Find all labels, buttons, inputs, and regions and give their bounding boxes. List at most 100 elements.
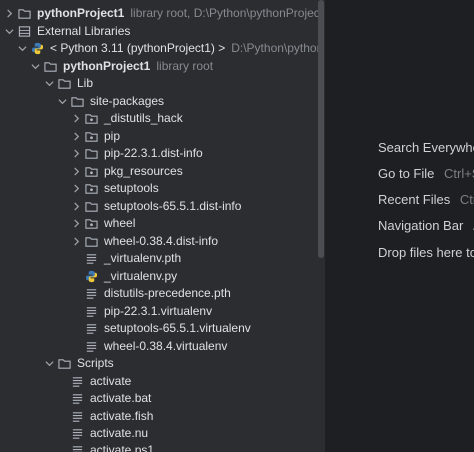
tree-item-label: wheel-0.38.4.virtualenv: [104, 338, 228, 353]
tree-item-label: activate.nu: [90, 426, 149, 440]
chevron-down-icon[interactable]: [44, 79, 54, 89]
tree-item-label: _virtualenv.pth: [104, 251, 182, 265]
tree-scrollbar[interactable]: [318, 0, 324, 258]
tree-item-file[interactable]: setuptools-65.5.1.virtualenv: [85, 320, 251, 338]
chevron-right-icon[interactable]: [71, 149, 81, 159]
tree-item-package[interactable]: pkg_resources: [71, 163, 183, 181]
tree-item-label: pip-22.3.1.virtualenv: [104, 303, 213, 318]
tree-item-label: pythonProject1: [63, 58, 151, 73]
chevron-right-icon[interactable]: [71, 131, 81, 141]
folder-icon: [58, 357, 71, 370]
tree-item-python-sdk[interactable]: < Python 3.11 (pythonProject1) > D:\Pyth…: [17, 40, 318, 58]
tree-item-package[interactable]: setuptools: [71, 180, 159, 198]
tree-item-file[interactable]: activate.ps1: [71, 442, 154, 452]
hint-label: Navigation Bar: [378, 218, 464, 233]
tree-item-label: activate: [90, 373, 132, 388]
tree-item-label: distutils-precedence.pth: [104, 286, 231, 300]
text-file-icon: [71, 444, 84, 452]
tree-item-label: activate.ps1: [90, 443, 155, 452]
project-tree: pythonProject1 library root, D:\Python\p…: [0, 0, 318, 452]
text-file-icon: [85, 322, 98, 335]
text-file-icon: [85, 340, 98, 353]
chevron-down-icon[interactable]: [17, 44, 27, 54]
tree-item-label: _distutils_hack: [104, 111, 183, 125]
tree-item-site-packages[interactable]: site-packages: [57, 93, 164, 111]
tree-item-scripts[interactable]: Scripts: [44, 355, 114, 373]
tree-item-file[interactable]: _virtualenv.py: [85, 268, 177, 286]
package-folder-icon: [85, 112, 98, 125]
tree-item-meta: D:\Python\pythonProject1\S: [231, 41, 318, 55]
chevron-right-icon[interactable]: [71, 201, 81, 211]
tree-item-project-root[interactable]: pythonProject1 library root, D:\Python\p…: [4, 5, 318, 23]
tree-item-package[interactable]: wheel-0.38.4.dist-info: [71, 233, 218, 251]
package-folder-icon: [85, 217, 98, 230]
tree-item-label: activate.fish: [90, 408, 154, 423]
tree-item-meta: library root: [156, 58, 214, 73]
folder-icon: [18, 7, 31, 20]
tree-item-package[interactable]: pip: [71, 128, 120, 146]
tree-item-label: activate.bat: [90, 391, 152, 405]
text-file-icon: [71, 392, 84, 405]
folder-icon: [85, 147, 98, 160]
tree-item-label: wheel: [104, 216, 136, 230]
tree-item-package[interactable]: wheel: [71, 215, 135, 233]
hint-shortcut: Ctrl: [459, 192, 474, 207]
tree-item-file[interactable]: _virtualenv.pth: [85, 250, 181, 268]
tree-item-file[interactable]: pip-22.3.1.virtualenv: [85, 303, 212, 321]
library-icon: [18, 25, 31, 38]
hint-label: Search Everywhere: [378, 140, 474, 155]
tree-item-label: Lib: [77, 76, 94, 90]
hint-label: Drop files here to: [378, 245, 474, 260]
text-file-icon: [71, 410, 84, 423]
tree-item-label: < Python 3.11 (pythonProject1) >: [50, 41, 226, 55]
tree-item-file[interactable]: wheel-0.38.4.virtualenv: [85, 338, 227, 356]
python-icon: [31, 42, 44, 55]
hint-navigation-bar: Navigation Bar A: [378, 218, 474, 233]
chevron-down-icon[interactable]: [44, 359, 54, 369]
tree-item-label: pip: [104, 128, 121, 143]
tree-item-package[interactable]: _distutils_hack: [71, 110, 183, 128]
folder-icon: [71, 95, 84, 108]
tree-item-file[interactable]: distutils-precedence.pth: [85, 285, 231, 303]
package-folder-icon: [85, 182, 98, 195]
text-file-icon: [85, 287, 98, 300]
chevron-right-icon[interactable]: [71, 114, 81, 124]
text-file-icon: [85, 252, 98, 265]
python-file-icon: [85, 270, 98, 283]
tree-item-file[interactable]: activate.fish: [71, 408, 153, 426]
chevron-right-icon[interactable]: [71, 184, 81, 194]
text-file-icon: [71, 427, 84, 440]
tree-item-label: pip-22.3.1.dist-info: [104, 146, 203, 160]
tree-item-label: wheel-0.38.4.dist-info: [104, 233, 219, 248]
text-file-icon: [85, 305, 98, 318]
editor-empty-state: Search Everywhere Go to File Ctrl+S Rece…: [326, 0, 474, 452]
tree-item-venv[interactable]: pythonProject1 library root: [30, 58, 213, 76]
tree-item-file[interactable]: activate.nu: [71, 425, 148, 443]
ide-window: pythonProject1 library root, D:\Python\p…: [0, 0, 474, 452]
chevron-down-icon[interactable]: [4, 26, 14, 36]
chevron-right-icon[interactable]: [4, 9, 14, 19]
tree-item-file[interactable]: activate.bat: [71, 390, 151, 408]
folder-icon: [85, 235, 98, 248]
chevron-right-icon[interactable]: [71, 166, 81, 176]
hint-drop-files: Drop files here to: [378, 245, 474, 260]
tree-item-label: setuptools-65.5.1.dist-info: [104, 198, 242, 213]
tree-item-lib[interactable]: Lib: [44, 75, 93, 93]
package-folder-icon: [85, 165, 98, 178]
package-folder-icon: [85, 130, 98, 143]
tree-item-external-libraries[interactable]: External Libraries: [4, 23, 130, 41]
chevron-down-icon[interactable]: [30, 61, 40, 71]
tree-item-label: Scripts: [77, 356, 114, 370]
text-file-icon: [71, 375, 84, 388]
tree-item-label: _virtualenv.py: [104, 268, 178, 283]
chevron-down-icon[interactable]: [57, 96, 67, 106]
tree-item-label: setuptools: [104, 181, 159, 195]
tree-item-file[interactable]: activate: [71, 373, 131, 391]
tree-item-label: setuptools-65.5.1.virtualenv: [104, 321, 251, 335]
tree-item-label: pkg_resources: [104, 163, 183, 178]
chevron-right-icon[interactable]: [71, 236, 81, 246]
folder-icon: [44, 60, 57, 73]
tree-item-package[interactable]: pip-22.3.1.dist-info: [71, 145, 203, 163]
tree-item-package[interactable]: setuptools-65.5.1.dist-info: [71, 198, 241, 216]
chevron-right-icon[interactable]: [71, 219, 81, 229]
